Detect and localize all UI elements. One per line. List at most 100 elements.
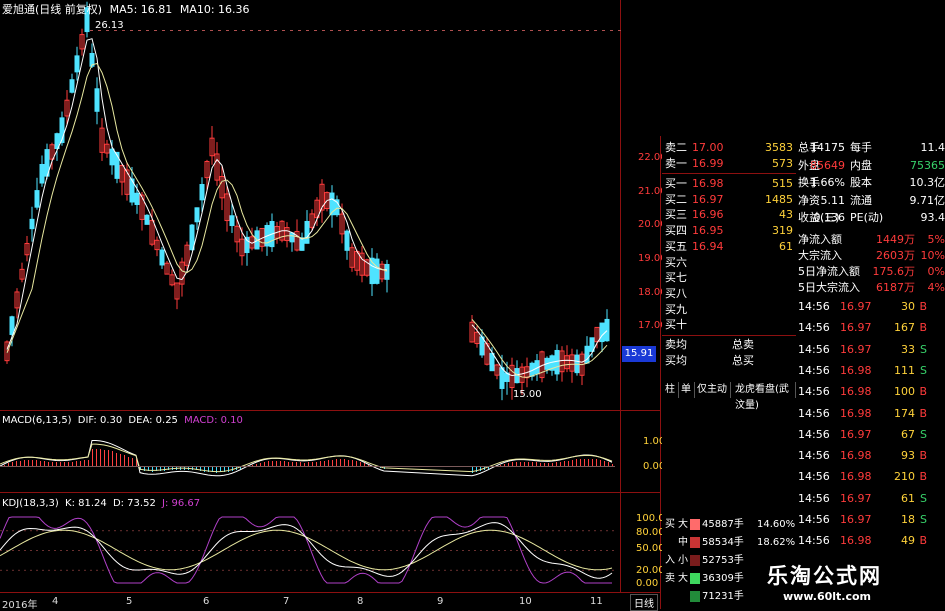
tick-row[interactable]: 14:5616.9761S xyxy=(798,491,945,507)
fund-pct: 18.62% xyxy=(757,534,795,551)
kdj-grid-dot xyxy=(240,570,242,571)
kdj-grid-dot xyxy=(156,550,158,551)
kdj-grid-dot xyxy=(396,570,398,571)
kdj-grid-dot xyxy=(606,570,608,571)
kdj-grid-dot xyxy=(120,530,122,531)
buy-row[interactable]: 买三16.9643 xyxy=(662,207,796,223)
kdj-grid-dot xyxy=(222,530,224,531)
flow-row: 5日大宗流入6187万4% xyxy=(798,280,945,296)
tick-row[interactable]: 14:5616.9733S xyxy=(798,342,945,358)
tick-volume: 111 xyxy=(894,363,915,379)
candle-wick xyxy=(477,326,478,348)
tick-row[interactable]: 14:5616.9718S xyxy=(798,512,945,528)
kdj-grid-dot xyxy=(6,530,8,531)
buy-row[interactable]: 买六 xyxy=(662,255,796,271)
macd-bar xyxy=(312,462,313,466)
buy-row[interactable]: 买七 xyxy=(662,270,796,286)
kdj-grid-dot xyxy=(516,550,518,551)
kdj-grid-dot xyxy=(36,550,38,551)
candle-wick xyxy=(487,337,488,365)
macd-bar xyxy=(536,462,537,466)
tab-3[interactable]: 龙虎看盘(武汶量) xyxy=(732,382,796,398)
tab-1[interactable]: 单 xyxy=(678,382,695,398)
buy-row[interactable]: 买十 xyxy=(662,317,796,333)
buy-row[interactable]: 买八 xyxy=(662,286,796,302)
kdj-grid-dot xyxy=(348,530,350,531)
kdj-grid-dot xyxy=(66,550,68,551)
buy-row[interactable]: 买九 xyxy=(662,302,796,318)
buy-label: 买五 xyxy=(665,239,687,255)
buy-row[interactable]: 买二16.971485 xyxy=(662,192,796,208)
guide-dot xyxy=(538,30,541,31)
tab-2[interactable]: 仅主动 xyxy=(694,382,731,398)
tick-time: 14:56 xyxy=(798,299,830,315)
kdj-grid-dot xyxy=(72,550,74,551)
candle-body xyxy=(145,215,149,224)
kdj-grid-dot xyxy=(474,530,476,531)
buy-row[interactable]: 买一16.98515 xyxy=(662,176,796,192)
kdj-grid-dot xyxy=(534,570,536,571)
buy-price: 16.94 xyxy=(692,239,724,255)
kdj-grid-dot xyxy=(456,530,458,531)
period-button[interactable]: 日线 xyxy=(630,594,658,611)
kdj-grid-dot xyxy=(30,570,32,571)
fund-value: 45887手 xyxy=(702,516,744,533)
tick-row[interactable]: 14:5616.9767S xyxy=(798,427,945,443)
buy-row[interactable]: 买五16.9461 xyxy=(662,239,796,255)
tick-row[interactable]: 14:5616.98111S xyxy=(798,363,945,379)
kdj-grid-dot xyxy=(0,530,2,531)
guide-dot xyxy=(194,30,197,31)
macd-header: MACD(6,13,5) DIF: 0.30 DEA: 0.25 MACD: 0… xyxy=(2,415,243,426)
kdj-grid-dot xyxy=(498,550,500,551)
kdj-grid-dot xyxy=(168,550,170,551)
kdj-grid-dot xyxy=(12,550,14,551)
kdj-grid-dot xyxy=(12,530,14,531)
kdj-grid-dot xyxy=(108,550,110,551)
date-axis-label: 6 xyxy=(203,596,209,607)
macd-bar xyxy=(540,463,541,466)
kdj-grid-dot xyxy=(132,530,134,531)
tick-row[interactable]: 14:5616.97167B xyxy=(798,320,945,336)
sell-row[interactable]: 卖二17.003583 xyxy=(662,140,796,156)
kdj-grid-dot xyxy=(12,570,14,571)
kdj-grid-dot xyxy=(414,570,416,571)
tick-row[interactable]: 14:5616.98210B xyxy=(798,469,945,485)
date-axis-label: 4 xyxy=(52,596,58,607)
guide-dot xyxy=(442,30,445,31)
kdj-grid-dot xyxy=(498,570,500,571)
kdj-grid-dot xyxy=(18,550,20,551)
total-sell-label: 总卖 xyxy=(732,337,754,353)
macd-bar xyxy=(64,462,65,466)
tick-row[interactable]: 14:5616.98174B xyxy=(798,406,945,422)
buy-row[interactable]: 买四16.95319 xyxy=(662,223,796,239)
kdj-title: KDJ(18,3,3) xyxy=(2,498,59,509)
macd-bar xyxy=(88,460,89,466)
tick-row[interactable]: 14:5616.98100B xyxy=(798,384,945,400)
tick-time: 14:56 xyxy=(798,512,830,528)
macd-bar xyxy=(352,460,353,466)
kdj-grid-dot xyxy=(450,530,452,531)
kdj-grid-dot xyxy=(114,530,116,531)
kdj-grid-dot xyxy=(300,570,302,571)
kdj-grid-dot xyxy=(186,550,188,551)
tick-row[interactable]: 14:5616.9893B xyxy=(798,448,945,464)
kdj-grid-dot xyxy=(450,570,452,571)
tick-row[interactable]: 14:5616.9849B xyxy=(798,533,945,549)
tick-row[interactable]: 14:5616.9730B xyxy=(798,299,945,315)
kdj-grid-dot xyxy=(114,570,116,571)
sell-row[interactable]: 卖一16.99573 xyxy=(662,156,796,172)
fund-flow-row: 买大45887手14.60% xyxy=(662,516,796,533)
guide-dot xyxy=(402,30,405,31)
tab-0[interactable]: 柱 xyxy=(662,382,679,398)
guide-dot xyxy=(338,30,341,31)
date-axis-label: 10 xyxy=(519,596,532,607)
flow-label: 大宗流入 xyxy=(798,248,842,264)
kdj-grid-dot xyxy=(456,550,458,551)
macd-bar xyxy=(364,463,365,466)
guide-dot xyxy=(554,30,557,31)
buy-label: 买十 xyxy=(665,317,687,333)
candle-wick xyxy=(497,364,498,379)
tick-side: S xyxy=(920,512,927,528)
candle-wick xyxy=(17,288,18,318)
kdj-grid-dot xyxy=(114,550,116,551)
